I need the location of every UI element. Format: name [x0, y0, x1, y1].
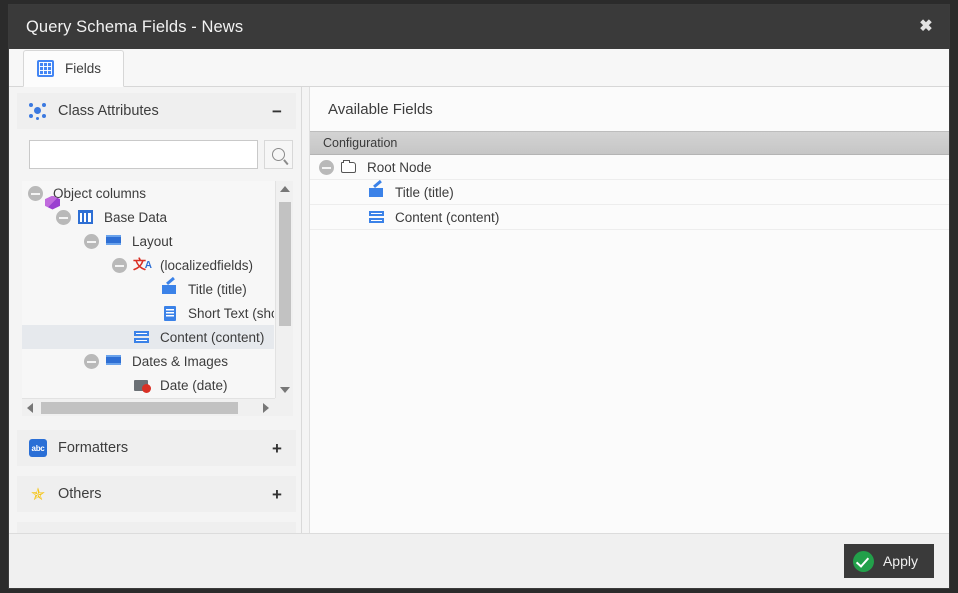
dialog-title: Query Schema Fields - News: [26, 18, 243, 37]
tree-vertical-scrollbar[interactable]: [275, 181, 293, 398]
class-attributes-tree: Object columns Base Data Layout: [22, 181, 293, 416]
search-icon: [272, 148, 285, 161]
grid-row[interactable]: Title (title): [310, 180, 949, 205]
tree-row-label: Content (content): [160, 330, 264, 345]
tree-expander-collapse-icon[interactable]: [28, 186, 43, 201]
triangle-right-icon[interactable]: [258, 399, 274, 416]
scrollbar-corner: [275, 398, 293, 416]
tab-fields-label: Fields: [65, 61, 101, 76]
tab-fields[interactable]: Fields: [23, 50, 124, 87]
tree-expander-collapse-icon[interactable]: [56, 210, 71, 225]
horizontal-scrollbar-thumb[interactable]: [41, 402, 238, 414]
apply-button[interactable]: Apply: [844, 544, 934, 578]
tree-row[interactable]: Object columns: [22, 181, 274, 205]
close-icon[interactable]: ✖: [903, 5, 949, 49]
triangle-up-icon[interactable]: [276, 181, 293, 197]
input-field-icon: [368, 183, 386, 201]
triangle-left-icon[interactable]: [22, 399, 38, 416]
date-icon: [133, 376, 151, 394]
tree-row[interactable]: Base Data: [22, 205, 274, 229]
available-fields-grid: Root Node Title (title) Content (content…: [310, 155, 949, 533]
layout-icon: [105, 232, 123, 250]
dialog-body: Class Attributes − Object columns: [9, 87, 949, 533]
grid-row-label: Title (title): [395, 185, 454, 200]
right-panel: Available Fields Configuration Root Node…: [309, 87, 949, 533]
tree-row-label: (localizedfields): [160, 258, 253, 273]
left-panel: Class Attributes − Object columns: [9, 87, 302, 533]
grid-row[interactable]: Root Node: [310, 155, 949, 180]
check-circle-icon: [853, 551, 874, 572]
tree-row-label: Dates & Images: [132, 354, 228, 369]
tree-row-label: Base Data: [104, 210, 167, 225]
column-header-configuration[interactable]: Configuration: [310, 131, 949, 155]
section-header-class-attributes[interactable]: Class Attributes −: [17, 93, 296, 129]
dialog-footer: Apply: [9, 533, 949, 588]
search-input[interactable]: [29, 140, 258, 169]
dialog-window: Query Schema Fields - News ✖ Fields Clas…: [8, 4, 950, 589]
vertical-scrollbar-thumb[interactable]: [279, 202, 291, 326]
section-toggle-formatters[interactable]: +: [269, 440, 285, 457]
tree-row[interactable]: Layout: [22, 229, 274, 253]
grid-row-label: Content (content): [395, 210, 499, 225]
tree-row-label: Title (title): [188, 282, 247, 297]
tree-expander-collapse-icon[interactable]: [84, 234, 99, 249]
apply-button-label: Apply: [883, 553, 918, 569]
search-button[interactable]: [264, 140, 293, 169]
section-toggle-others[interactable]: +: [269, 486, 285, 503]
tree-expander-collapse-icon[interactable]: [319, 160, 334, 175]
base-data-icon: [77, 208, 95, 226]
wysiwyg-icon: [368, 208, 386, 226]
section-toggle-class-attributes[interactable]: −: [269, 103, 285, 120]
section-title-formatters: Formatters: [58, 440, 269, 456]
tree-row[interactable]: Short Text (shor: [22, 301, 274, 325]
abc-icon: abc: [29, 439, 47, 457]
document-icon: [161, 304, 179, 322]
tree-row[interactable]: 文 (localizedfields): [22, 253, 274, 277]
section-header-formatters[interactable]: abc Formatters +: [17, 430, 296, 466]
wysiwyg-icon: [133, 328, 151, 346]
tree-row-label: Short Text (shor: [188, 306, 274, 321]
grid-row[interactable]: Content (content): [310, 205, 949, 230]
search-row: [29, 140, 293, 169]
molecule-icon: [29, 102, 47, 120]
tree-expander-collapse-icon[interactable]: [112, 258, 127, 273]
triangle-down-icon[interactable]: [276, 382, 293, 398]
section-header-transformers[interactable]: Transformers +: [17, 522, 296, 533]
tree-expander-collapse-icon[interactable]: [84, 354, 99, 369]
tree-row-label: Layout: [132, 234, 173, 249]
section-title-class-attributes: Class Attributes: [58, 103, 269, 119]
tree-horizontal-scrollbar[interactable]: [22, 398, 293, 416]
tab-bar: Fields: [9, 49, 949, 87]
grid-icon: [37, 60, 54, 77]
folder-open-icon: [340, 158, 358, 176]
section-title-others: Others: [58, 486, 269, 502]
available-fields-title: Available Fields: [310, 87, 949, 131]
layout-icon: [105, 352, 123, 370]
tree-row[interactable]: Dates & Images: [22, 349, 274, 373]
translate-icon: 文: [133, 256, 151, 274]
tree-row[interactable]: Date (date): [22, 373, 274, 397]
input-field-icon: [161, 280, 179, 298]
tree-row[interactable]: Content (content): [22, 325, 274, 349]
tree-row[interactable]: Title (title): [22, 277, 274, 301]
dialog-titlebar: Query Schema Fields - News ✖: [9, 5, 949, 49]
star-icon: ✯: [29, 486, 47, 503]
section-header-others[interactable]: ✯ Others +: [17, 476, 296, 512]
grid-row-label: Root Node: [367, 160, 432, 175]
tree-row-label: Date (date): [160, 378, 228, 393]
tree-scroll-viewport[interactable]: Object columns Base Data Layout: [22, 181, 274, 398]
tree-row-label: Object columns: [53, 186, 146, 201]
